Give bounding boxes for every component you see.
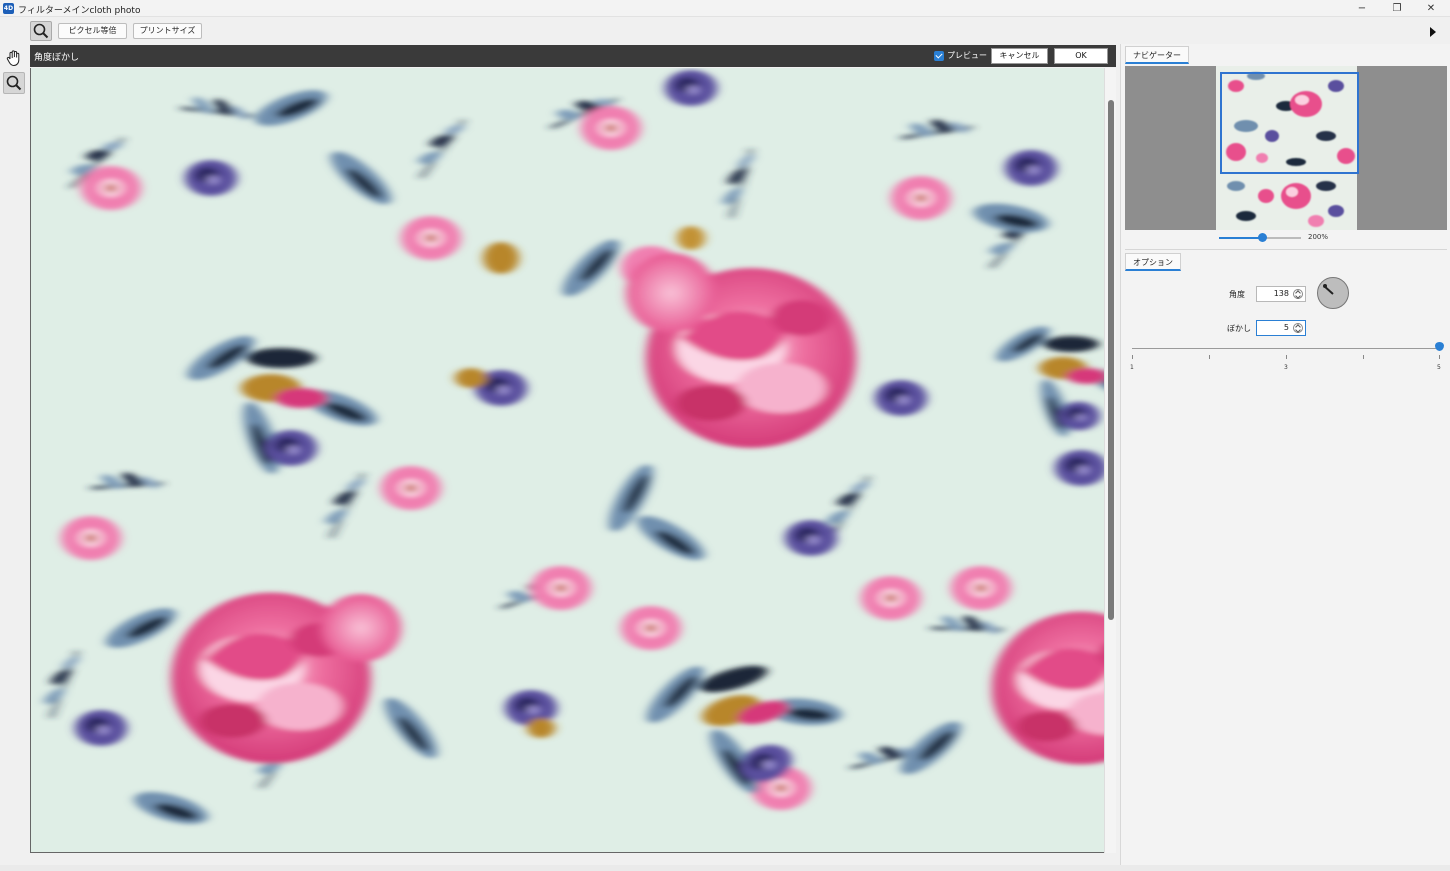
magnifier-icon bbox=[6, 75, 22, 91]
pixel-size-button[interactable]: ピクセル等倍 bbox=[58, 23, 127, 39]
blur-value: 5 bbox=[1283, 323, 1289, 332]
title-bar: 4D フィルターメインcloth photo − ❐ ✕ bbox=[0, 0, 1450, 17]
slider-tick bbox=[1132, 355, 1133, 359]
zoom-tool-side-button[interactable] bbox=[3, 72, 25, 94]
slider-tick bbox=[1439, 355, 1440, 359]
angle-dial[interactable] bbox=[1317, 277, 1349, 309]
status-strip bbox=[0, 865, 1450, 871]
window-title: フィルターメインcloth photo bbox=[18, 6, 141, 16]
slider-tick bbox=[1286, 355, 1287, 359]
slider-tick bbox=[1363, 355, 1364, 359]
spinner-icon[interactable] bbox=[1293, 323, 1303, 333]
preview-label: プレビュー bbox=[947, 51, 987, 60]
zoom-tool-button[interactable] bbox=[30, 21, 52, 41]
ok-button[interactable]: OK bbox=[1054, 48, 1108, 64]
navigator-view-rect[interactable] bbox=[1220, 72, 1359, 174]
tab-navigator[interactable]: ナビゲーター bbox=[1125, 46, 1189, 64]
app-logo-icon: 4D bbox=[3, 3, 14, 14]
slider-tick-label: 3 bbox=[1284, 364, 1288, 371]
panel-divider bbox=[1125, 249, 1447, 250]
hand-icon bbox=[6, 50, 20, 67]
slider-tick-label: 5 bbox=[1437, 364, 1441, 371]
vertical-scroll-thumb[interactable] bbox=[1108, 100, 1114, 620]
navigator-zoom-knob[interactable] bbox=[1258, 233, 1267, 242]
minimize-button[interactable]: − bbox=[1345, 0, 1379, 17]
triangle-right-icon[interactable] bbox=[1430, 27, 1436, 37]
blur-label: ぼかし bbox=[1227, 324, 1251, 333]
cancel-button[interactable]: キャンセル bbox=[991, 48, 1048, 64]
blur-slider-knob[interactable] bbox=[1435, 342, 1444, 351]
blur-field[interactable]: 5 bbox=[1256, 320, 1306, 336]
right-panel: ナビゲーター 200% オプション 角度 138 ぼかし 5 1 3 5 bbox=[1120, 44, 1450, 871]
restore-button[interactable]: ❐ bbox=[1380, 0, 1414, 17]
floral-fabric-image bbox=[31, 68, 1105, 852]
angle-field[interactable]: 138 bbox=[1256, 286, 1306, 302]
filter-header: 角度ぼかし プレビュー キャンセル OK bbox=[30, 45, 1116, 67]
filter-title: 角度ぼかし bbox=[34, 53, 80, 63]
preview-toggle[interactable]: プレビュー bbox=[934, 50, 987, 61]
slider-tick-label: 1 bbox=[1130, 364, 1134, 371]
toolbar: ピクセル等倍 プリントサイズ bbox=[0, 18, 1450, 44]
magnifier-icon bbox=[33, 23, 49, 39]
tab-options[interactable]: オプション bbox=[1125, 253, 1181, 271]
zoom-level: 200% bbox=[1308, 233, 1329, 241]
vertical-scrollbar[interactable] bbox=[1104, 68, 1116, 853]
print-size-button[interactable]: プリントサイズ bbox=[133, 23, 202, 39]
preview-checkbox[interactable] bbox=[934, 50, 944, 61]
spinner-icon[interactable] bbox=[1293, 289, 1303, 299]
angle-dial-dot bbox=[1323, 284, 1327, 288]
navigator-preview[interactable] bbox=[1125, 66, 1447, 230]
image-canvas[interactable] bbox=[30, 68, 1116, 853]
blur-slider[interactable] bbox=[1132, 348, 1440, 349]
angle-value: 138 bbox=[1273, 289, 1289, 298]
navigator-zoom-fill bbox=[1219, 237, 1263, 239]
close-button[interactable]: ✕ bbox=[1414, 0, 1448, 17]
slider-tick bbox=[1209, 355, 1210, 359]
angle-label: 角度 bbox=[1229, 290, 1245, 299]
hand-tool-button[interactable] bbox=[3, 47, 25, 69]
